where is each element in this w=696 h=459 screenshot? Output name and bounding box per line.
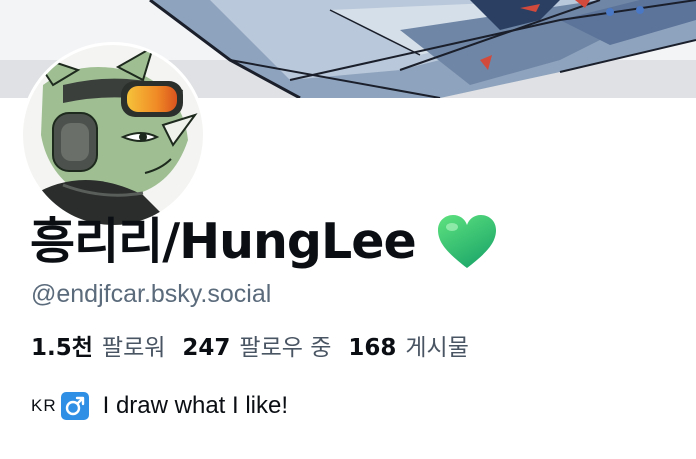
green-heart-icon [436,214,498,270]
posts-label: 게시물 [405,335,469,361]
followers-label: 팔로워 [101,335,166,361]
posts-count: 168 [348,335,397,361]
display-name-row: 흥리리/HungLee [30,206,498,278]
following-count: 247 [182,335,231,361]
bio-text: I draw what I like! [102,392,289,419]
profile-handle[interactable]: @endjfcar.bsky.social [31,280,271,309]
male-sign-icon [60,392,89,420]
profile-avatar[interactable] [20,42,206,228]
following-label: 팔로우 중 [239,335,332,361]
followers-stat[interactable]: 1.5천 팔로워 [31,328,165,362]
profile-bio: KR I draw what I like! [31,392,288,420]
display-name: 흥리리/HungLee [30,213,417,270]
avatar-artwork [23,45,203,225]
profile-stats: 1.5천 팔로워 247 팔로우 중 168 게시물 [31,328,486,362]
following-stat[interactable]: 247 팔로우 중 [182,328,331,362]
followers-count: 1.5천 [31,335,93,361]
kr-flag-icon: KR [31,396,57,415]
posts-stat: 168 게시물 [348,328,469,362]
